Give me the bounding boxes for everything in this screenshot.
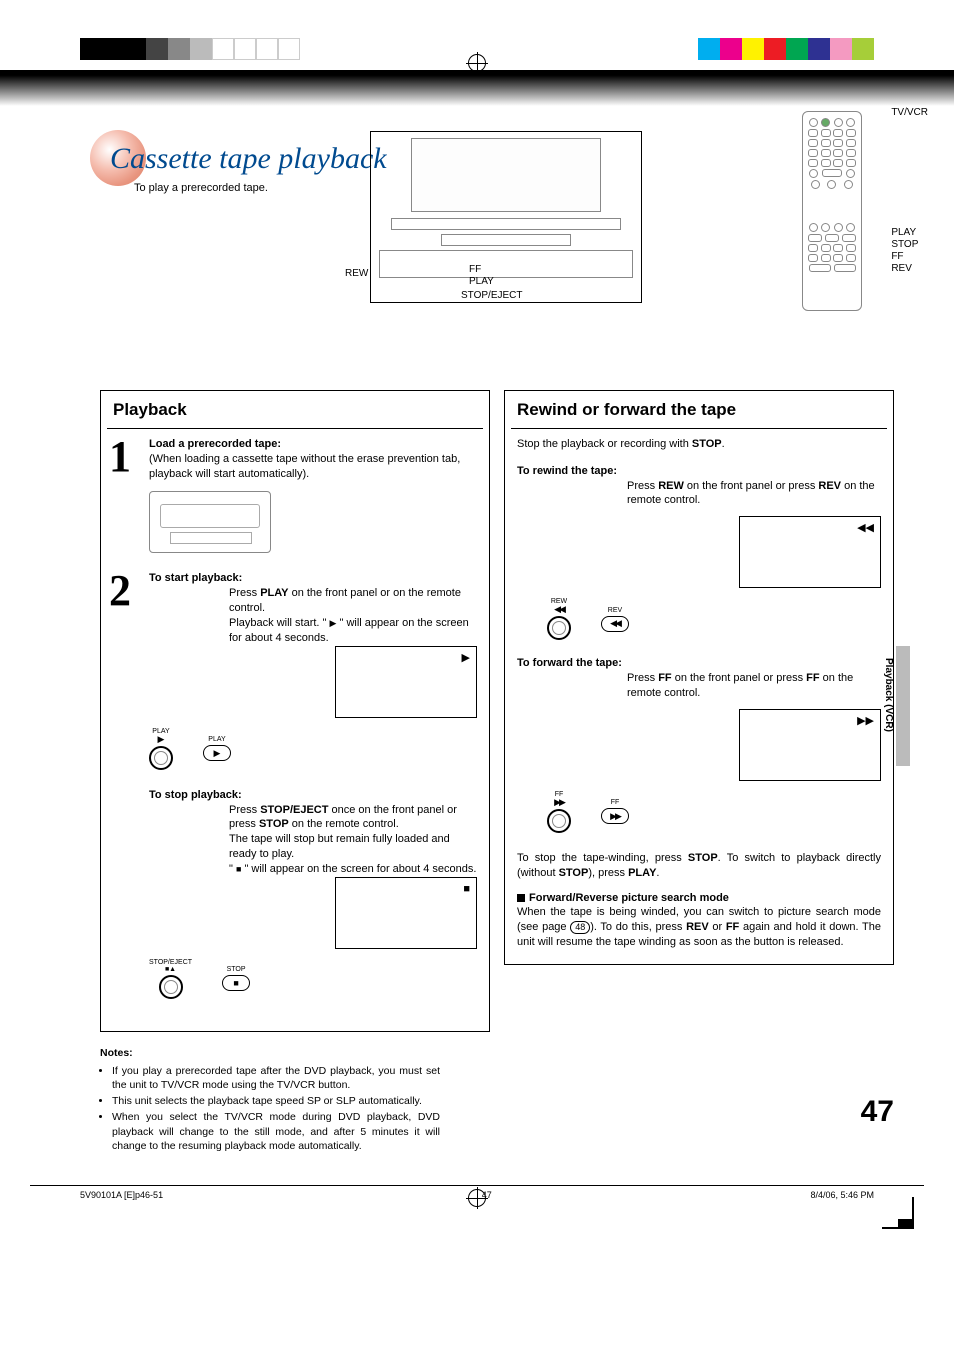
remote-ff-label2: FF: [601, 799, 629, 806]
remote-tvvcr-label: TV/VCR: [891, 107, 928, 119]
notes-section: Notes: If you play a prerecorded tape af…: [100, 1046, 440, 1153]
step-2-text-c: Playback will start. ": [229, 617, 330, 629]
side-tab: [896, 646, 910, 766]
rf-intro-c: .: [722, 438, 725, 450]
square-bullet-icon: [517, 894, 525, 902]
fw-b: FF: [658, 672, 671, 684]
remote-ff-button-icon: FF: [601, 799, 629, 824]
step-2-play-bold: PLAY: [260, 587, 288, 599]
fw-a: Press: [627, 672, 658, 684]
remote-rev-label2: REV: [601, 607, 629, 614]
mode-b: ). To do this, press: [590, 921, 686, 933]
tail-e: ), press: [588, 867, 628, 879]
tail-g: .: [656, 867, 659, 879]
search-mode-block: Forward/Reverse picture search mode When…: [517, 891, 881, 950]
mode-heading: Forward/Reverse picture search mode: [529, 892, 729, 904]
stop-t7: ": [229, 863, 236, 875]
rw-d: REV: [818, 480, 841, 492]
remote-stop-label: STOP: [891, 239, 928, 251]
step-2: 2 To start playback: Press PLAY on the f…: [113, 571, 477, 769]
rewind-forward-panel: Rewind or forward the tape Stop the play…: [504, 390, 894, 965]
step-1-number: 1: [109, 427, 131, 486]
page-ref-48: 48: [570, 921, 590, 934]
remote-ff-label: FF: [891, 251, 928, 263]
note-2: This unit selects the playback tape spee…: [112, 1094, 440, 1108]
panel-rew-button-icon: REW: [547, 598, 571, 640]
gradient-bar: [0, 70, 954, 106]
remote-rev-label: REV: [891, 263, 928, 275]
step-2-heading: To start playback:: [149, 572, 242, 584]
note-3: When you select the TV/VCR mode during D…: [112, 1110, 440, 1153]
registration-mark-icon: [468, 54, 486, 72]
forward-heading: To forward the tape:: [517, 657, 622, 669]
stop-t5: on the remote control.: [289, 818, 399, 830]
step-1: 1 Load a prerecorded tape: (When loading…: [113, 437, 477, 554]
mode-e: FF: [726, 921, 739, 933]
remote-diagram: [802, 111, 862, 311]
panel-ff-button-icon: FF: [547, 791, 571, 833]
remote-play-label2: PLAY: [203, 736, 231, 743]
step-2-number: 2: [109, 561, 131, 620]
screen-ff-indicator: ▶▶: [739, 709, 881, 781]
stop-t4: STOP: [259, 818, 289, 830]
remote-play-button-icon: PLAY: [203, 736, 231, 761]
tail-a: To stop the tape-winding, press: [517, 852, 688, 864]
stop-heading: To stop playback:: [149, 789, 242, 801]
tail-f: PLAY: [628, 867, 656, 879]
vcr-rew-label: REW: [345, 268, 368, 279]
fw-c: on the front panel or press: [672, 672, 807, 684]
remote-stop-button-icon: STOP: [222, 966, 250, 991]
screen-stop-indicator: ■: [335, 877, 477, 949]
mode-d: or: [709, 921, 726, 933]
crop-mark-br-icon: [882, 1197, 914, 1229]
rw-a: Press: [627, 480, 658, 492]
rw-b: REW: [658, 480, 684, 492]
fw-d: FF: [806, 672, 819, 684]
screen-play-indicator: ▶: [335, 646, 477, 718]
page-number: 47: [861, 1095, 894, 1129]
step-1-heading: Load a prerecorded tape:: [149, 438, 281, 450]
stop-t1: Press: [229, 804, 260, 816]
rewind-heading: To rewind the tape:: [517, 465, 617, 477]
stop-section: To stop playback: Press STOP/EJECT once …: [113, 788, 477, 999]
remote-stop-label2: STOP: [222, 966, 250, 973]
registration-mark-bottom-icon: [468, 1189, 486, 1207]
color-blocks: [698, 38, 874, 60]
step-1-body: (When loading a cassette tape without th…: [149, 453, 460, 480]
playback-panel: Playback 1 Load a prerecorded tape: (Whe…: [100, 390, 490, 1032]
vcr-front-diagram: REW FF PLAY STOP/EJECT: [370, 131, 642, 303]
stop-t6: The tape will stop but remain fully load…: [229, 833, 450, 860]
footer: 5V90101A [E]p46-51 47 8/4/06, 5:46 PM: [0, 1185, 954, 1225]
vcr-play-label: PLAY: [469, 276, 494, 287]
rw-c: on the front panel or press: [684, 480, 819, 492]
vcr-ff-label: FF: [469, 264, 481, 275]
vcr-stopeject-label: STOP/EJECT: [461, 290, 523, 301]
cassette-illustration: [149, 491, 271, 553]
grayscale-blocks: [80, 38, 300, 60]
stop-t2: STOP/EJECT: [260, 804, 328, 816]
notes-heading: Notes:: [100, 1047, 133, 1059]
tail-d: STOP: [559, 867, 589, 879]
device-diagrams: REW FF PLAY STOP/EJECT TV/VCR PLAY STOP: [360, 131, 954, 331]
remote-callouts: TV/VCR PLAY STOP FF REV: [891, 107, 928, 275]
stop-t8: " will appear on the screen for about 4 …: [241, 863, 476, 875]
rf-intro-b: STOP: [692, 438, 722, 450]
remote-rev-button-icon: REV: [601, 607, 629, 632]
rewind-forward-title: Rewind or forward the tape: [511, 397, 887, 429]
rf-tail: To stop the tape-winding, press STOP. To…: [517, 851, 881, 881]
playback-panel-title: Playback: [107, 397, 483, 429]
step-2-text-a: Press: [229, 587, 260, 599]
mode-c: REV: [686, 921, 709, 933]
footer-right: 8/4/06, 5:46 PM: [810, 1190, 874, 1200]
note-1: If you play a prerecorded tape after the…: [112, 1064, 440, 1092]
panel-play-button-icon: PLAY: [149, 728, 173, 770]
panel-stopeject-label: STOP/EJECT: [149, 959, 192, 966]
rf-intro-a: Stop the playback or recording with: [517, 438, 692, 450]
footer-left: 5V90101A [E]p46-51: [80, 1190, 163, 1200]
tail-b: STOP: [688, 852, 718, 864]
panel-stopeject-button-icon: STOP/EJECT ■▲: [149, 959, 192, 999]
screen-rew-indicator: ◀◀: [739, 516, 881, 588]
remote-play-label: PLAY: [891, 227, 928, 239]
printer-marks-top: [0, 0, 954, 50]
